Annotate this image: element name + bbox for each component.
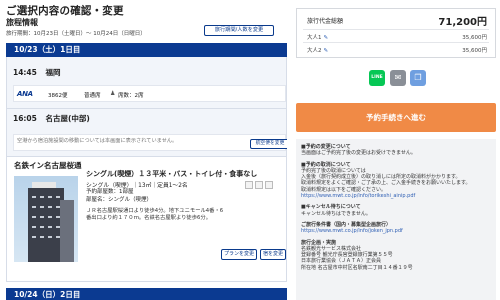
room-info: シングル（喫煙）｜13㎡｜定員1～2名	[86, 183, 188, 189]
change-period-button[interactable]: 旅行期間/人数を変更	[204, 25, 274, 36]
price-summary: 旅行代金総額 71,200円 大人1 ✎ 35,600円 大人2 ✎ 35,600円	[296, 8, 496, 58]
window	[40, 206, 44, 208]
edit-icon[interactable]: ✎	[324, 35, 329, 41]
hotel-building	[28, 188, 64, 262]
person-icon: ♟	[110, 90, 116, 97]
window	[40, 236, 44, 238]
hotel-access: ＪＲ名古屋駅桜通口より徒歩4分。地下ユニモール4番・6番出口より約１７０ｍ。名鉄…	[86, 208, 224, 221]
notes-cancel-text: 取消料規定をよくご確認・ご了承の上、ご入金手続きをお願いいたします。	[301, 180, 471, 187]
window	[32, 226, 36, 228]
room-count: 予約部屋数：1部屋	[86, 189, 134, 195]
window	[32, 196, 36, 198]
line-share-icon[interactable]: LINE	[369, 70, 385, 86]
hotel-photo	[14, 176, 78, 262]
room-type: 部屋名：シングル（喫煙）	[86, 197, 153, 203]
window	[56, 196, 60, 198]
change-hotel-button[interactable]: 宿を変更	[260, 249, 286, 260]
window	[56, 206, 60, 208]
day-header-1: 10/23（土）1日目	[6, 43, 287, 57]
window	[56, 226, 60, 228]
departure-place: 福岡	[45, 68, 61, 77]
window	[48, 216, 52, 218]
itinerary-panel: ご選択内容の確認・変更 旅程情報 旅行期間：10月23日（土曜日）～ 10月24…	[4, 0, 287, 300]
transfer-note-text: 空港から宿泊施設間の移動については本画面に表示されていません。	[17, 138, 178, 144]
page-title: ご選択内容の確認・変更	[6, 5, 124, 17]
seat-count: 席数：2席	[118, 93, 144, 99]
hotel-card: 名鉄イン名古屋桜通 シングル(喫煙）１３平米・バス・トイレ付・食事なし シングル…	[6, 156, 287, 282]
segment-divider	[6, 108, 287, 109]
total-label: 旅行代金総額	[307, 18, 344, 25]
price-row-amount: 35,600円	[462, 48, 487, 54]
ana-logo: ANA	[17, 90, 33, 98]
price-row: 大人2 ✎ 35,600円	[307, 46, 487, 54]
window	[56, 236, 60, 238]
arrival-time: 16:05	[13, 114, 37, 123]
departure-row: 14:45 福岡	[13, 67, 61, 78]
price-row-amount: 35,600円	[462, 35, 487, 41]
amenity-icon	[265, 181, 273, 189]
window	[48, 196, 52, 198]
departure-time: 14:45	[13, 68, 37, 77]
change-plan-button[interactable]: プランを変更	[221, 249, 257, 260]
hotel-building-side	[60, 200, 74, 262]
window	[40, 226, 44, 228]
proceed-to-booking-button[interactable]: 予約手続きへ進む	[296, 103, 496, 132]
window	[48, 226, 52, 228]
change-flight-button[interactable]: 航空便を変更	[250, 139, 287, 149]
organizer-address: 所在地 名古屋市中村区名駅南二丁目１４番１９号	[301, 264, 413, 271]
seat-class: 普通席	[84, 93, 101, 99]
hotel-sign	[32, 182, 56, 188]
divider	[303, 42, 489, 43]
edit-icon[interactable]: ✎	[324, 48, 329, 54]
window	[40, 196, 44, 198]
window	[32, 206, 36, 208]
terms-notes: ■予約の変更について 当画面はご予約完了後の変更はお受けできません。 ■予約の取…	[296, 139, 496, 300]
amenity-icon	[255, 181, 263, 189]
amenity-icon	[245, 181, 253, 189]
window	[56, 216, 60, 218]
price-row-label: 大人1	[307, 35, 322, 41]
divider	[303, 29, 489, 30]
arrival-row: 16:05 名古屋(中部)	[13, 113, 90, 124]
window	[32, 236, 36, 238]
travel-period: 旅行期間：10月23日（土曜日）～ 10月24日（日曜日）	[6, 31, 146, 37]
day-header-2: 10/24（日）2日目	[6, 288, 287, 300]
mail-icon[interactable]: ✉	[390, 70, 406, 86]
room-title: シングル(喫煙）１３平米・バス・トイレ付・食事なし	[86, 170, 258, 178]
window	[40, 216, 44, 218]
flight-info: ANA 3862便 普通席 ♟ 席数：2席	[13, 85, 286, 102]
window	[48, 236, 52, 238]
arrival-place: 名古屋(中部)	[45, 114, 90, 123]
total-price: 71,200円	[438, 17, 487, 28]
copy-icon[interactable]: ❐	[410, 70, 426, 86]
itinerary-heading: 旅程情報	[6, 18, 38, 27]
window	[32, 216, 36, 218]
hotel-name: 名鉄イン名古屋桜通	[14, 161, 82, 170]
flight-number: 3862便	[48, 93, 68, 99]
window	[48, 206, 52, 208]
price-row-label: 大人2	[307, 48, 322, 54]
summary-panel: 旅行代金総額 71,200円 大人1 ✎ 35,600円 大人2 ✎ 35,600円…	[296, 0, 496, 300]
price-row: 大人1 ✎ 35,600円	[307, 33, 487, 41]
transfer-note: 空港から宿泊施設間の移動については本画面に表示されていません。 航空便を変更	[13, 134, 287, 151]
